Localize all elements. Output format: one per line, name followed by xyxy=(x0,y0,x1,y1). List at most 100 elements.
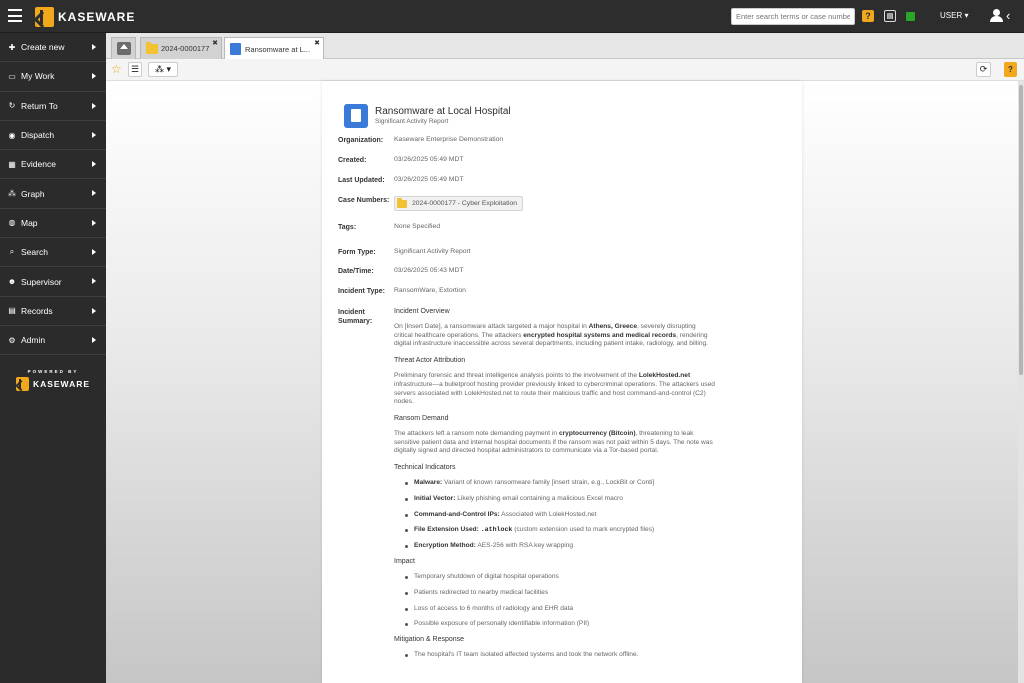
evidence-icon: ▦ xyxy=(8,159,16,169)
tab-report[interactable]: Ransomware at L... ✖ xyxy=(224,37,324,60)
chevron-left-icon[interactable]: ‹ xyxy=(1006,8,1010,23)
ransom-paragraph: The attackers left a ransom note demandi… xyxy=(394,429,713,455)
caret-down-icon: ▾ xyxy=(964,11,969,20)
document-icon xyxy=(230,43,241,55)
chevron-right-icon xyxy=(92,131,96,138)
field-value: None Specified xyxy=(394,223,441,230)
report-document: Ransomware at Local Hospital Significant… xyxy=(322,81,802,683)
plus-circle-icon: ✚ xyxy=(8,42,16,52)
sidebar-item-label: Supervisor xyxy=(21,276,62,287)
list-icon: ☰ xyxy=(130,64,140,74)
field-label: Tags: xyxy=(338,224,357,231)
sidebar-item-admin[interactable]: ⚙ Admin xyxy=(0,326,106,356)
graph-icon: ⁂ xyxy=(8,189,16,199)
mitigation-list: The hospital's IT team isolated affected… xyxy=(394,651,716,658)
sidebar-item-records[interactable]: ▤ Records xyxy=(0,297,106,326)
field-label: Organization: xyxy=(338,137,384,144)
brand-name: KASEWARE xyxy=(58,10,136,24)
sidebar-item-supervisor[interactable]: ☻ Supervisor xyxy=(0,267,106,297)
field-label: Form Type: xyxy=(338,249,376,256)
clipboard-icon[interactable]: ▤ xyxy=(884,10,896,22)
kaseware-k-icon xyxy=(15,377,29,391)
hamburger-menu-icon[interactable] xyxy=(8,9,22,22)
indicators-list: Malware: Variant of known ransomware fam… xyxy=(394,479,716,549)
incident-summary-body: Incident Overview On [Insert Date], a ra… xyxy=(394,308,716,667)
vertical-scrollbar[interactable] xyxy=(1018,81,1024,683)
sidebar-item-map[interactable]: ◍ Map xyxy=(0,209,106,239)
sidebar-item-label: My Work xyxy=(21,71,55,82)
sidebar-item-create-new[interactable]: ✚ Create new xyxy=(0,33,106,63)
field-label: Incident Summary: xyxy=(338,309,373,325)
refresh-button[interactable]: ⟳ xyxy=(976,62,991,77)
close-icon[interactable]: ✖ xyxy=(212,39,218,47)
star-icon[interactable]: ☆ xyxy=(111,62,122,76)
list-item: The hospital's IT team isolated affected… xyxy=(394,651,716,658)
folder-icon xyxy=(146,41,158,54)
field-label: Case Numbers: xyxy=(338,197,390,204)
sidebar-item-search[interactable]: ⌕ Search xyxy=(0,238,106,268)
tab-home[interactable] xyxy=(111,37,136,59)
section-heading: Mitigation & Response xyxy=(394,636,465,644)
list-menu-button[interactable]: ☰ xyxy=(128,62,142,77)
kaseware-k-icon xyxy=(35,7,54,27)
help-icon[interactable]: ? xyxy=(862,10,874,22)
case-number-label: 2024-0000177 - Cyber Exploitation xyxy=(412,200,518,207)
graph-dropdown-button[interactable]: ⁂ ▾ xyxy=(148,62,178,77)
scrollbar-thumb[interactable] xyxy=(1019,85,1023,375)
kaseware-logo[interactable]: KASEWARE xyxy=(35,6,135,28)
list-item: Initial Vector: Likely phishing email co… xyxy=(394,495,716,502)
sidebar: ✚ Create new ▭ My Work ↻ Return To ◉ Dispatc… xyxy=(0,33,106,683)
tab-strip: 2024-0000177 ✖ Ransomware at L... ✖ xyxy=(106,33,1024,60)
sidebar-item-label: Return To xyxy=(21,100,58,111)
sidebar-item-graph[interactable]: ⁂ Graph xyxy=(0,179,106,209)
home-icon xyxy=(116,42,131,55)
records-icon: ▤ xyxy=(8,306,16,316)
sidebar-item-dispatch[interactable]: ◉ Dispatch xyxy=(0,121,106,151)
field-label: Incident Type: xyxy=(338,288,385,295)
chevron-right-icon xyxy=(92,161,96,168)
help-button[interactable]: ? xyxy=(1004,62,1017,77)
powered-by-badge: POWERED BY KASEWARE xyxy=(0,369,106,391)
user-label: USER xyxy=(940,11,963,20)
sidebar-item-label: Graph xyxy=(21,188,45,199)
chevron-right-icon xyxy=(92,249,96,256)
section-heading: Threat Actor Attribution xyxy=(394,357,466,365)
map-icon: ◍ xyxy=(8,218,16,228)
list-item: Command-and-Control IPs: Associated with… xyxy=(394,511,716,518)
powered-by-label: POWERED BY xyxy=(27,369,79,374)
inbox-icon: ▭ xyxy=(8,71,16,81)
chevron-right-icon xyxy=(92,278,96,285)
field-label: Last Updated: xyxy=(338,177,385,184)
sidebar-item-label: Admin xyxy=(21,335,46,346)
powered-brand-name: KASEWARE xyxy=(32,379,91,389)
list-item: Loss of access to 6 months of radiology … xyxy=(394,605,716,612)
field-value: RansomWare, Extortion xyxy=(394,287,466,294)
global-search-input[interactable] xyxy=(731,8,855,25)
case-number-chip[interactable]: 2024-0000177 - Cyber Exploitation xyxy=(394,196,524,211)
sidebar-item-evidence[interactable]: ▦ Evidence xyxy=(0,150,106,180)
sidebar-item-label: Map xyxy=(21,217,38,228)
list-item: Patients redirected to nearby medical fa… xyxy=(394,589,716,596)
folder-icon xyxy=(397,197,407,208)
section-heading: Impact xyxy=(394,558,416,566)
chevron-right-icon xyxy=(92,73,96,80)
powered-by-logo: KASEWARE xyxy=(0,377,106,391)
list-item: Encryption Method: AES-256 with RSA key … xyxy=(394,542,716,549)
sidebar-item-label: Evidence xyxy=(21,159,56,170)
sidebar-item-return-to[interactable]: ↻ Return To xyxy=(0,92,106,121)
impact-list: Temporary shutdown of digital hospital o… xyxy=(394,573,716,627)
caret-down-icon: ▾ xyxy=(166,64,172,74)
document-icon xyxy=(344,104,368,128)
tab-case[interactable]: 2024-0000177 ✖ xyxy=(140,37,222,59)
field-value: 03/26/2025 05:49 MDT xyxy=(394,156,464,163)
user-menu[interactable]: USER ▾ xyxy=(940,11,968,20)
user-avatar-icon[interactable] xyxy=(990,9,1004,23)
return-icon: ↻ xyxy=(8,101,16,111)
supervisor-icon: ☻ xyxy=(7,277,17,287)
report-subtitle: Significant Activity Report xyxy=(375,118,449,125)
close-icon[interactable]: ✖ xyxy=(314,39,320,47)
section-heading: Technical Indicators xyxy=(394,464,456,472)
search-icon: ⌕ xyxy=(9,247,15,257)
chevron-right-icon xyxy=(92,44,96,50)
sidebar-item-my-work[interactable]: ▭ My Work xyxy=(0,62,106,92)
